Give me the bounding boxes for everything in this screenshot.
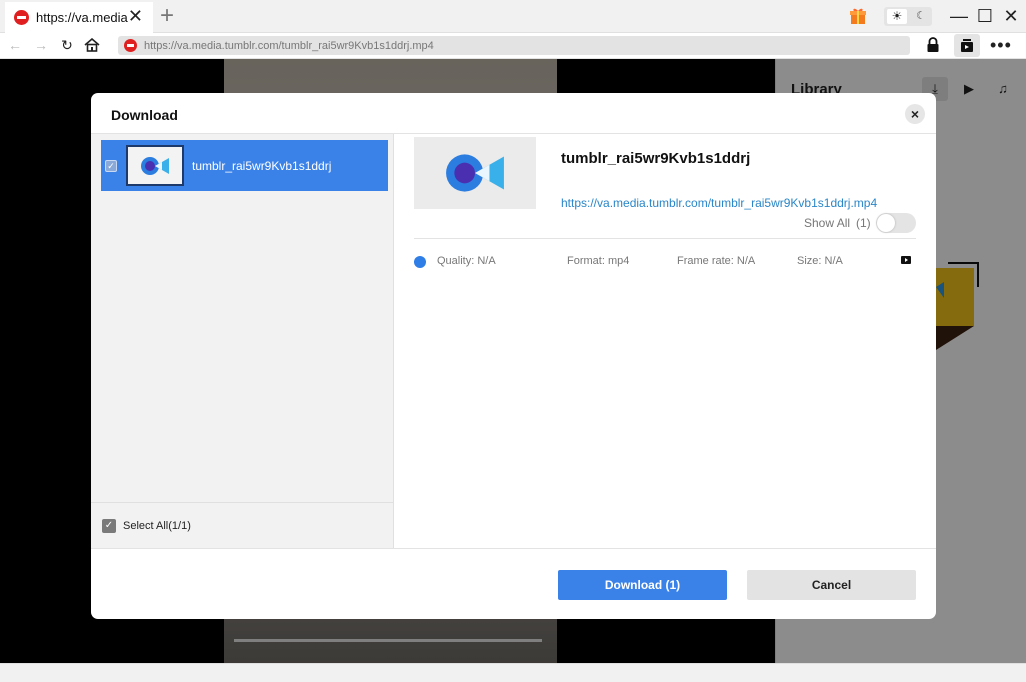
tab-bar: https://va.media.tumblr.com/tumblr_rai5w… [0, 0, 1026, 33]
item-title: tumblr_rai5wr9Kvb1s1ddrj [192, 158, 332, 173]
url-field[interactable]: https://va.media.tumblr.com/tumblr_rai5w… [118, 36, 910, 55]
divider [414, 238, 916, 239]
gift-icon[interactable] [849, 7, 867, 25]
item-checkbox[interactable]: ✓ [105, 159, 117, 172]
show-all-label: Show All [804, 216, 851, 230]
list-item[interactable]: ✓ tumblr_rai5wr9Kvb1s1ddrj [101, 140, 388, 191]
videoproc-logo-icon [446, 154, 504, 192]
status-bar [0, 663, 1026, 682]
forward-icon[interactable]: → [32, 36, 50, 54]
stop-icon [124, 39, 137, 52]
moon-icon[interactable]: ☾ [916, 9, 926, 24]
cancel-button[interactable]: Cancel [747, 570, 916, 600]
media-url[interactable]: https://va.media.tumblr.com/tumblr_rai5w… [561, 196, 877, 210]
theme-toggle[interactable]: ☀ ☾ [884, 7, 932, 26]
reload-icon[interactable]: ↻ [58, 36, 76, 54]
frame-rate-label: Frame rate: N/A [677, 255, 756, 267]
dialog-header: Download × [91, 93, 936, 134]
download-list: ✓ tumblr_rai5wr9Kvb1s1ddrj ✓ Select All(… [91, 134, 394, 548]
show-all-count: (1) [856, 216, 871, 230]
video-type-icon [901, 256, 911, 264]
media-preview [414, 137, 536, 209]
close-window-icon[interactable]: ✕ [999, 4, 1023, 28]
select-all-checkbox[interactable]: ✓ [102, 518, 116, 533]
download-extension-icon [961, 39, 973, 52]
detail-pane: tumblr_rai5wr9Kvb1s1ddrj https://va.medi… [394, 134, 936, 548]
media-title: tumblr_rai5wr9Kvb1s1ddrj [561, 150, 751, 167]
minimize-icon[interactable]: — [947, 4, 971, 28]
lock-icon[interactable] [926, 37, 940, 53]
download-button[interactable]: Download (1) [558, 570, 727, 600]
item-thumbnail [126, 145, 184, 186]
url-text: https://va.media.tumblr.com/tumblr_rai5w… [144, 39, 434, 52]
show-all-toggle[interactable] [876, 213, 916, 233]
sun-icon[interactable]: ☀ [887, 9, 907, 24]
address-bar: ← → ↻ https://va.media.tumblr.com/tumblr… [0, 33, 1026, 59]
select-all[interactable]: ✓ Select All(1/1) [91, 502, 394, 548]
quality-label: Quality: N/A [437, 255, 496, 267]
stop-icon [14, 10, 29, 25]
maximize-icon[interactable]: ☐ [973, 4, 997, 28]
new-tab-icon[interactable]: + [160, 3, 174, 29]
select-all-label: Select All(1/1) [123, 519, 191, 532]
close-icon[interactable]: × [905, 104, 925, 124]
download-dialog: Download × ✓ tumblr_rai5wr9Kvb1s1ddrj ✓ … [91, 93, 936, 619]
format-label: Format: mp4 [567, 255, 630, 267]
extension-button[interactable] [954, 34, 980, 57]
videoproc-logo-icon [141, 156, 169, 175]
close-tab-icon[interactable]: ✕ [128, 7, 143, 25]
more-icon[interactable]: ••• [990, 35, 1012, 55]
browser-tab[interactable]: https://va.media.tumblr.com/tumblr_rai5w… [5, 2, 153, 33]
dialog-footer: Download (1) Cancel [91, 548, 936, 619]
back-icon[interactable]: ← [6, 36, 24, 54]
format-radio[interactable] [414, 256, 426, 268]
dialog-title: Download [111, 107, 178, 123]
size-label: Size: N/A [797, 255, 843, 267]
tab-title: https://va.media.tumblr.com/tumblr_rai5w… [36, 10, 128, 25]
home-icon[interactable] [84, 38, 100, 52]
toggle-knob [877, 214, 895, 232]
